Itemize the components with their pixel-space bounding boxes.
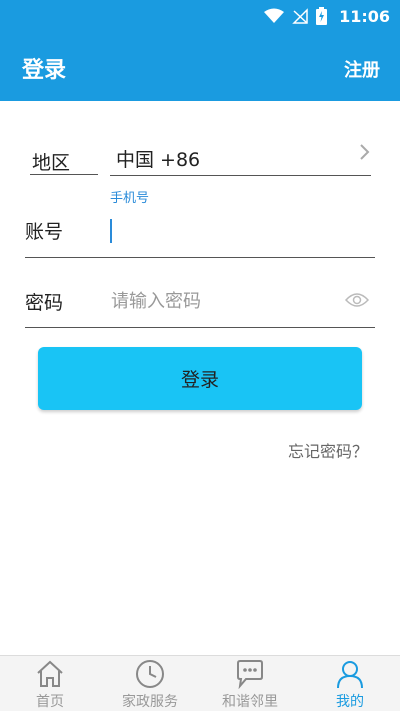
- clock-time: 11:06: [339, 6, 390, 26]
- app-bar: 登录 注册: [0, 32, 400, 101]
- phone-hint: 手机号: [110, 191, 150, 206]
- bottom-tab-bar: 首页 家政服务 和谐邻里 我的: [0, 655, 400, 711]
- region-selector[interactable]: 地区 中国 +86: [25, 138, 375, 176]
- login-button[interactable]: 登录: [38, 347, 362, 410]
- region-label: 地区: [32, 152, 71, 174]
- region-value: 中国 +86: [116, 149, 201, 171]
- no-signal-icon: [292, 8, 308, 24]
- tab-mine[interactable]: 我的: [300, 656, 400, 711]
- wifi-icon: [264, 8, 285, 24]
- password-divider: [25, 327, 375, 328]
- tab-housekeeping[interactable]: 家政服务: [100, 656, 200, 711]
- text-cursor: [110, 219, 112, 243]
- account-field[interactable]: 账号: [25, 205, 375, 258]
- chevron-right-icon: [359, 142, 371, 168]
- password-input[interactable]: [111, 286, 331, 316]
- eye-icon[interactable]: [344, 292, 370, 312]
- password-label: 密码: [25, 292, 64, 314]
- tab-label: 首页: [36, 694, 64, 710]
- region-label-underline: [30, 174, 98, 175]
- page-title: 登录: [22, 58, 67, 83]
- tab-label: 我的: [336, 694, 364, 710]
- user-icon: [335, 659, 365, 689]
- battery-charging-icon: [316, 7, 328, 25]
- clock-icon: [135, 659, 165, 689]
- tab-label: 和谐邻里: [222, 694, 278, 710]
- status-bar: 11:06: [0, 0, 400, 32]
- home-icon: [35, 659, 65, 689]
- account-divider: [25, 257, 375, 258]
- forgot-password-link[interactable]: 忘记密码？: [288, 438, 368, 462]
- tab-neighborhood[interactable]: 和谐邻里: [200, 656, 300, 711]
- tab-home[interactable]: 首页: [0, 656, 100, 711]
- region-divider: [110, 175, 371, 176]
- tab-label: 家政服务: [122, 694, 178, 710]
- account-label: 账号: [25, 221, 64, 243]
- chat-icon: [234, 659, 266, 689]
- password-row: 密码: [25, 278, 375, 328]
- register-button[interactable]: 注册: [344, 56, 380, 82]
